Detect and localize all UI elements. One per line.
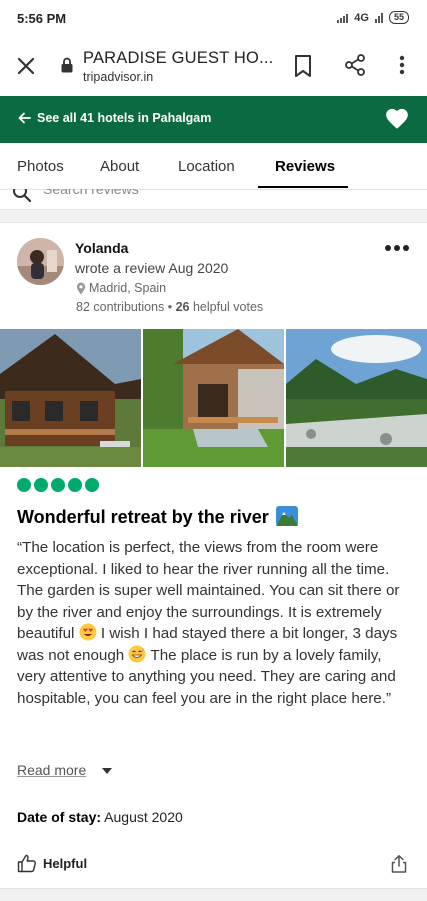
search-icon — [13, 189, 32, 203]
helpful-button[interactable]: Helpful — [17, 854, 87, 873]
date-of-stay-label: Date of stay: — [17, 809, 102, 825]
caret-down-icon[interactable] — [102, 768, 112, 774]
tab-about[interactable]: About — [100, 158, 139, 175]
rating-bubble-icon — [85, 478, 99, 492]
reviewer-stats: 82 contributions • 26 helpful votes — [76, 300, 264, 314]
thumbs-up-icon — [17, 854, 36, 873]
tab-location[interactable]: Location — [178, 158, 235, 175]
review-more-icon[interactable] — [384, 244, 410, 252]
heart-icon[interactable] — [384, 106, 410, 132]
browser-toolbar: PARADISE GUEST HO... tripadvisor.in — [0, 38, 427, 94]
battery-level: 55 — [388, 11, 409, 24]
review-photo-1[interactable] — [0, 329, 141, 467]
reviewer-location: Madrid, Spain — [76, 281, 166, 295]
more-options-icon[interactable] — [390, 53, 414, 77]
rating-bubble-icon — [34, 478, 48, 492]
active-tab-indicator — [258, 186, 348, 188]
review-title: Wonderful retreat by the river — [17, 506, 298, 528]
avatar[interactable] — [17, 238, 64, 285]
review-photo-gallery — [0, 329, 427, 467]
helpful-votes-count: 26 — [175, 300, 190, 314]
close-icon[interactable] — [14, 54, 38, 78]
rating-bubble-icon — [17, 478, 31, 492]
helpful-label: Helpful — [43, 856, 88, 871]
review-title-text: Wonderful retreat by the river — [17, 507, 269, 527]
grinning-sweat-emoji-icon — [128, 645, 146, 662]
network-type: 4G — [354, 11, 369, 24]
status-icons: 4G 55 — [337, 11, 409, 24]
search-reviews-placeholder: Search reviews — [43, 189, 139, 197]
helpful-votes-label: helpful votes — [192, 300, 264, 314]
search-reviews-field[interactable]: Search reviews — [0, 189, 427, 209]
review-body: “The location is perfect, the views from… — [17, 537, 413, 709]
lock-icon — [61, 57, 73, 73]
reviewer-name[interactable]: Yolanda — [75, 240, 128, 256]
date-of-stay-value: August 2020 — [104, 809, 183, 825]
mountain-emoji-icon — [275, 506, 298, 526]
signal-strength-icon — [374, 12, 383, 23]
see-all-hotels-label: See all 41 hotels in Pahalgam — [37, 111, 212, 125]
status-time: 5:56 PM — [17, 11, 67, 26]
read-more-link[interactable]: Read more — [17, 762, 86, 778]
status-bar: 5:56 PM 4G 55 — [0, 0, 427, 38]
tab-reviews[interactable]: Reviews — [275, 158, 335, 175]
signal-icon — [337, 13, 349, 23]
page-url[interactable]: tripadvisor.in — [83, 70, 153, 84]
rating-bubble-icon — [68, 478, 82, 492]
see-all-hotels-link[interactable]: See all 41 hotels in Pahalgam — [18, 111, 211, 125]
arrow-left-icon — [18, 112, 31, 124]
review-photo-2[interactable] — [143, 329, 284, 467]
hotel-banner: See all 41 hotels in Pahalgam — [0, 96, 427, 143]
share-review-icon[interactable] — [389, 854, 409, 874]
page-title: PARADISE GUEST HO... — [83, 49, 274, 67]
location-pin-icon — [76, 282, 86, 294]
tab-bar: Photos About Location Reviews — [0, 143, 427, 190]
review-photo-3[interactable] — [286, 329, 427, 467]
share-icon[interactable] — [343, 53, 367, 77]
heart-eyes-emoji-icon — [79, 623, 97, 641]
review-date: wrote a review Aug 2020 — [75, 260, 229, 276]
reviewer-location-text: Madrid, Spain — [89, 281, 167, 295]
tab-photos[interactable]: Photos — [17, 158, 64, 175]
date-of-stay: Date of stay: August 2020 — [17, 809, 183, 825]
avatar-photo — [17, 238, 64, 285]
contributions-count: 82 contributions — [76, 300, 165, 314]
section-divider-bottom — [0, 888, 427, 901]
section-divider — [0, 209, 427, 223]
rating-bubbles — [17, 478, 99, 492]
rating-bubble-icon — [51, 478, 65, 492]
bookmark-icon[interactable] — [292, 54, 314, 78]
